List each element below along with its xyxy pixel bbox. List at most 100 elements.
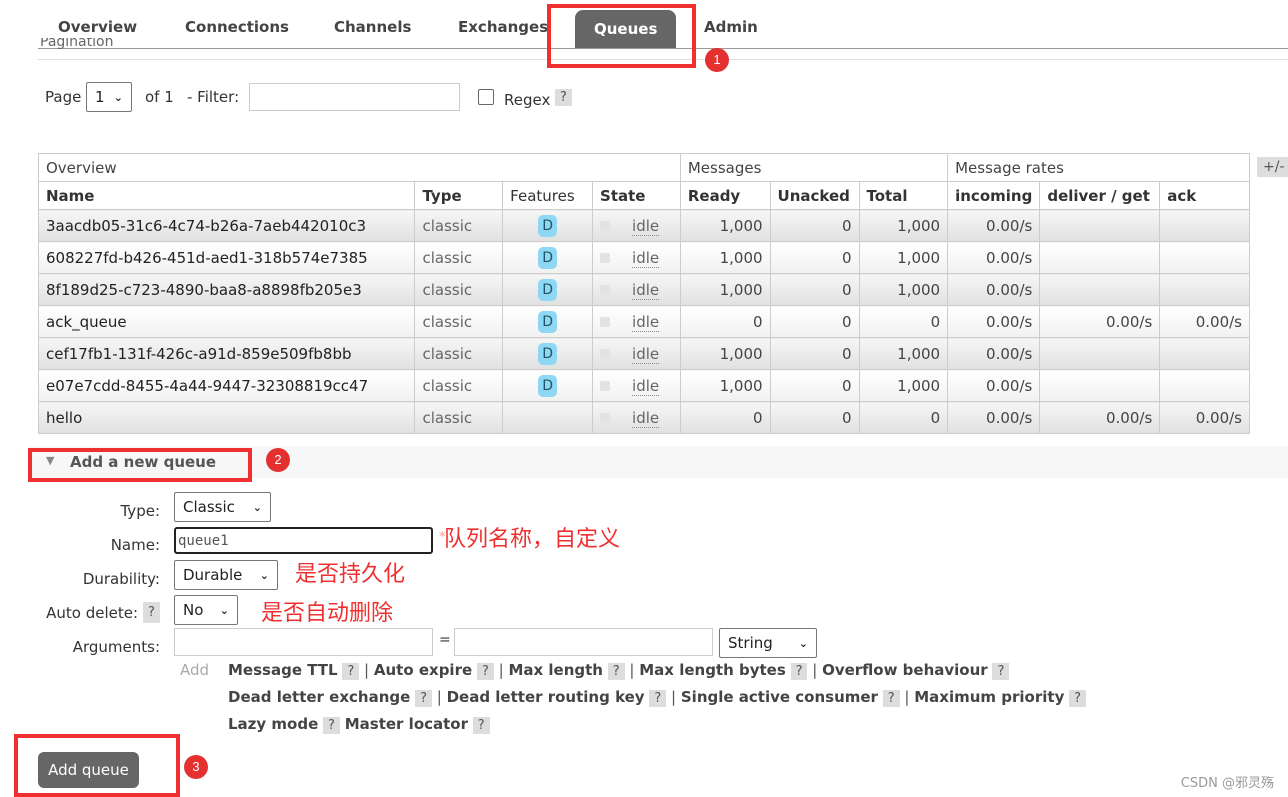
state-indicator-icon [600, 380, 611, 391]
help-icon[interactable]: ? [1069, 690, 1087, 707]
argument-key-input[interactable] [174, 628, 433, 656]
deliver-rate [1039, 209, 1161, 242]
argument-shortcut-link[interactable]: Lazy mode [228, 715, 318, 733]
table-row[interactable]: 8f189d25-c723-4890-baa8-a8898fb205e3 cla… [37, 273, 1250, 306]
state-indicator-icon [600, 316, 611, 327]
queue-name-link[interactable]: 608227fd-b426-451d-aed1-318b574e7385 [37, 241, 416, 274]
table-row[interactable]: e07e7cdd-8455-4a44-9447-32308819cc47 cla… [37, 369, 1250, 402]
regex-checkbox[interactable] [478, 89, 494, 105]
features-cell [502, 401, 594, 434]
ready-count: 1,000 [679, 369, 771, 402]
tab-channels[interactable]: Channels [334, 18, 411, 36]
deliver-rate [1039, 337, 1161, 370]
column-header: Ready [679, 181, 771, 210]
tab-exchanges[interactable]: Exchanges [458, 18, 548, 36]
table-row[interactable]: 608227fd-b426-451d-aed1-318b574e7385 cla… [37, 241, 1250, 274]
argument-shortcut-link[interactable]: Overflow behaviour [822, 661, 988, 679]
column-toggle-button[interactable]: +/- [1257, 157, 1288, 177]
argument-shortcut-link[interactable]: Max length bytes [639, 661, 786, 679]
auto-delete-label: Auto delete: [46, 604, 138, 622]
deliver-rate [1039, 273, 1161, 306]
argument-shortcut-link[interactable]: Message TTL [228, 661, 338, 679]
tab-admin[interactable]: Admin [704, 18, 758, 36]
state-text: idle [632, 344, 660, 364]
ack-rate [1159, 241, 1250, 274]
queue-name-link[interactable]: e07e7cdd-8455-4a44-9447-32308819cc47 [37, 369, 416, 402]
help-icon[interactable]: ? [323, 717, 340, 734]
auto-delete-help-icon[interactable]: ? [143, 602, 160, 623]
incoming-rate: 0.00/s [947, 337, 1041, 370]
highlight-box-2 [28, 448, 252, 482]
regex-help-icon[interactable]: ? [555, 89, 572, 106]
argument-shortcut-link[interactable]: Auto expire [374, 661, 472, 679]
help-icon[interactable]: ? [342, 663, 360, 680]
ready-count: 1,000 [679, 209, 771, 242]
name-input[interactable] [174, 527, 433, 554]
argument-shortcut-link[interactable]: Max length [508, 661, 603, 679]
group-messages: Messages [679, 153, 949, 182]
incoming-rate: 0.00/s [947, 369, 1041, 402]
filter-label: - Filter: [187, 88, 240, 106]
ready-count: 1,000 [679, 241, 771, 274]
features-cell: D [502, 305, 594, 338]
tab-overview[interactable]: Overview [58, 18, 137, 36]
argument-value-input[interactable] [454, 628, 713, 656]
argument-shortcut-link[interactable]: Master locator [345, 715, 468, 733]
column-header: Type [414, 181, 504, 210]
argument-shortcut-link[interactable]: Single active consumer [681, 688, 878, 706]
queue-name-link[interactable]: hello [37, 401, 416, 434]
durability-annotation: 是否持久化 [295, 562, 406, 587]
unacked-count: 0 [769, 305, 860, 338]
column-header: State [592, 181, 681, 210]
durability-select[interactable]: Durable ⌄ [174, 560, 278, 590]
queue-name-link[interactable]: cef17fb1-131f-426c-a91d-859e509fb8bb [37, 337, 416, 370]
help-icon[interactable]: ? [472, 717, 490, 734]
column-header: ack [1159, 181, 1250, 210]
help-icon[interactable]: ? [882, 690, 900, 707]
queue-name-link[interactable]: 8f189d25-c723-4890-baa8-a8898fb205e3 [37, 273, 416, 306]
table-row[interactable]: 3aacdb05-31c6-4c74-b26a-7aeb442010c3 cla… [37, 209, 1250, 242]
auto-delete-value: No [183, 601, 204, 619]
help-icon[interactable]: ? [607, 663, 625, 680]
incoming-rate: 0.00/s [947, 401, 1041, 434]
incoming-rate: 0.00/s [947, 305, 1041, 338]
chevron-down-icon: ⌄ [219, 603, 229, 617]
state-cell: idle [592, 241, 681, 274]
argument-shortcut-link[interactable]: Dead letter exchange [228, 688, 410, 706]
help-icon[interactable]: ? [649, 690, 667, 707]
help-icon[interactable]: ? [992, 663, 1010, 680]
queue-name-link[interactable]: 3aacdb05-31c6-4c74-b26a-7aeb442010c3 [37, 209, 416, 242]
ack-rate [1159, 209, 1250, 242]
help-icon[interactable]: ? [790, 663, 808, 680]
chevron-down-icon: ⌄ [798, 636, 808, 650]
argument-shortcut-link[interactable]: Dead letter routing key [447, 688, 645, 706]
table-row[interactable]: ack_queue classic D idle 0 0 0 0.00/s 0.… [37, 305, 1250, 338]
argument-shortcut-link[interactable]: Maximum priority [914, 688, 1064, 706]
type-select[interactable]: Classic ⌄ [174, 492, 271, 522]
state-text: idle [632, 408, 660, 428]
deliver-rate: 0.00/s [1039, 401, 1161, 434]
table-row[interactable]: cef17fb1-131f-426c-a91d-859e509fb8bb cla… [37, 337, 1250, 370]
auto-delete-select[interactable]: No ⌄ [174, 595, 238, 625]
state-text: idle [632, 280, 660, 300]
page-select[interactable]: 1 ⌄ [86, 82, 132, 112]
total-count: 1,000 [858, 369, 949, 402]
group-overview: Overview [38, 153, 681, 182]
incoming-rate: 0.00/s [947, 241, 1041, 274]
column-header: Total [858, 181, 949, 210]
of-pages: of 1 [145, 88, 174, 106]
argument-type-select[interactable]: String ⌄ [719, 628, 817, 658]
page-value: 1 [95, 88, 105, 106]
column-header: Name [37, 181, 416, 210]
ack-rate [1159, 273, 1250, 306]
tab-connections[interactable]: Connections [185, 18, 289, 36]
help-icon[interactable]: ? [476, 663, 494, 680]
queue-name-link[interactable]: ack_queue [37, 305, 416, 338]
unacked-count: 0 [769, 369, 860, 402]
table-row[interactable]: hello classic idle 0 0 0 0.00/s 0.00/s 0… [37, 401, 1250, 434]
filter-input[interactable] [249, 83, 460, 111]
state-cell: idle [592, 305, 681, 338]
highlight-box-3 [14, 734, 180, 797]
help-icon[interactable]: ? [415, 690, 432, 707]
step-badge-2: 2 [266, 448, 290, 472]
